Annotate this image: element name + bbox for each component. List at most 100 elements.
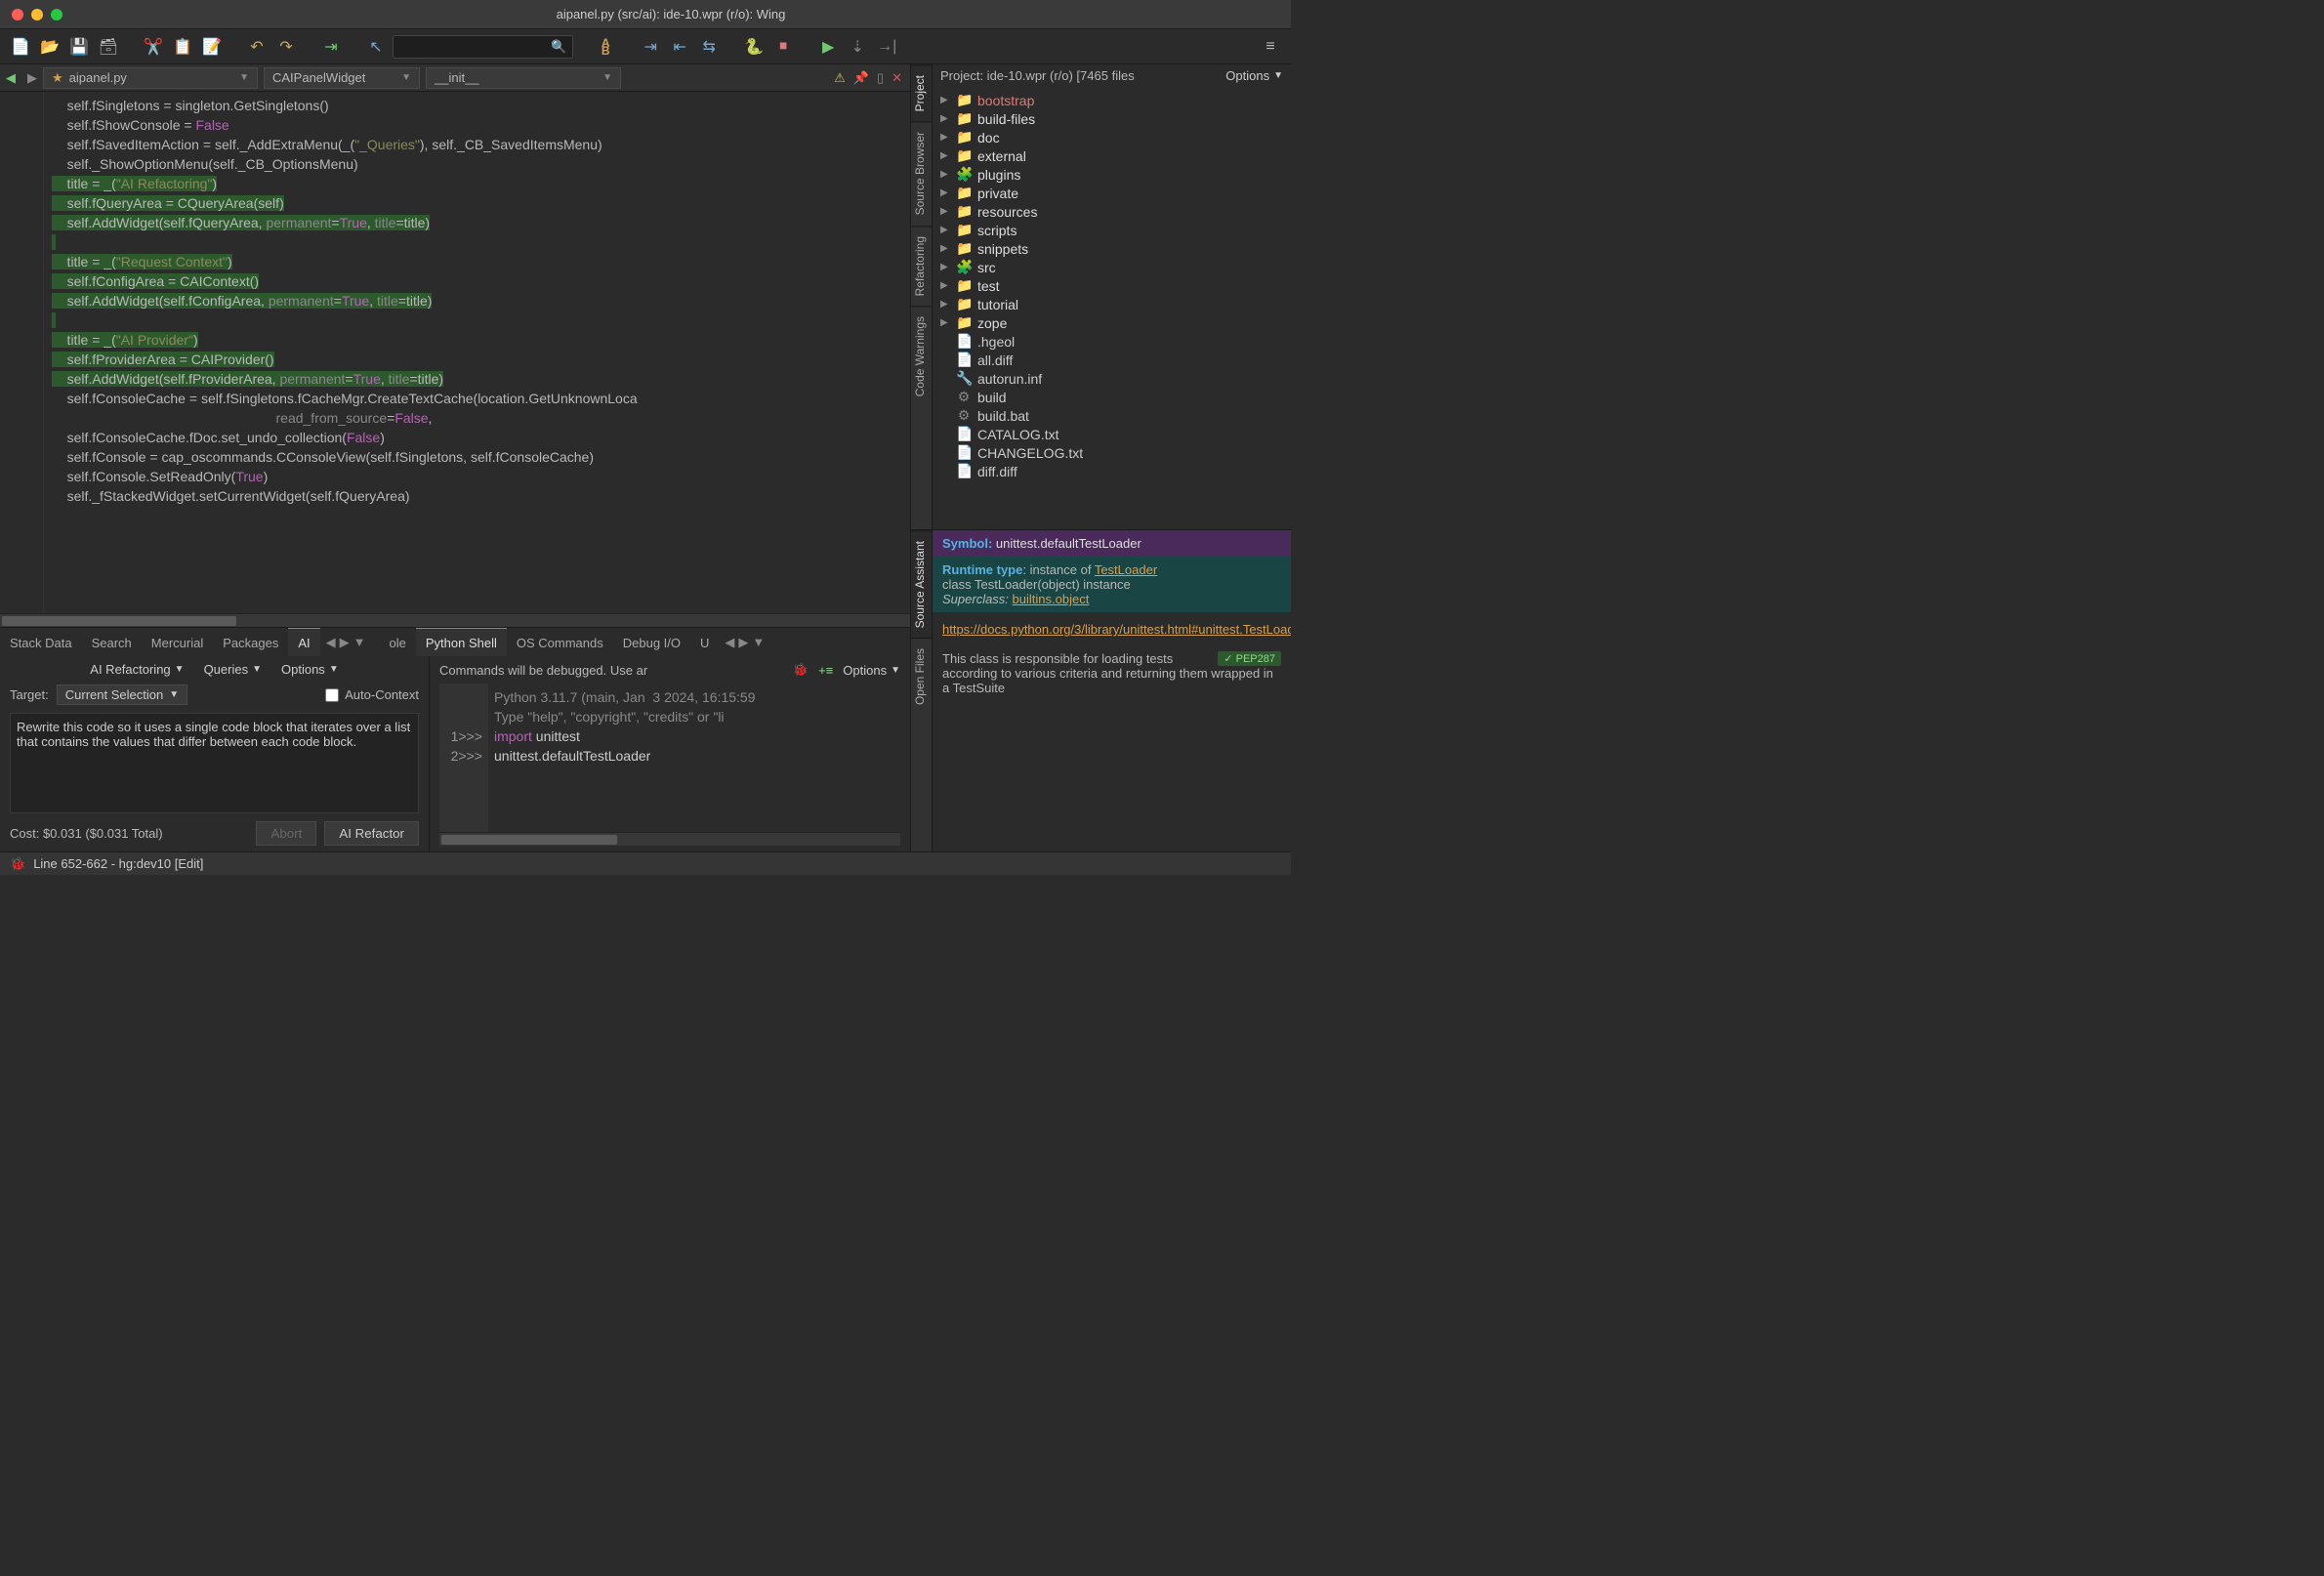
tree-item-CHANGELOG.txt[interactable]: 📄CHANGELOG.txt xyxy=(933,443,1291,462)
minimize-window-button[interactable] xyxy=(31,9,43,21)
tab-debug-i/o[interactable]: Debug I/O xyxy=(613,628,690,656)
tree-item-bootstrap[interactable]: ▶📁bootstrap xyxy=(933,91,1291,109)
run-button[interactable]: ▶ xyxy=(815,34,841,60)
nav-back-button[interactable]: ◀ xyxy=(0,67,21,89)
save-button[interactable]: 💾 xyxy=(66,34,92,60)
close-window-button[interactable] xyxy=(12,9,23,21)
tree-item-src[interactable]: ▶🧩src xyxy=(933,258,1291,276)
testloader-link[interactable]: TestLoader xyxy=(1095,562,1157,577)
tree-item-build[interactable]: ⚙build xyxy=(933,388,1291,406)
bug-icon[interactable]: 🐞 xyxy=(10,856,25,872)
tab-menu-icon[interactable]: ▼ xyxy=(353,635,366,649)
tree-item-diff.diff[interactable]: 📄diff.diff xyxy=(933,462,1291,480)
maximize-window-button[interactable] xyxy=(51,9,62,21)
method-dropdown[interactable]: __init__ ▼ xyxy=(426,67,621,89)
shell-scrollbar[interactable] xyxy=(439,832,900,846)
find-replace-button[interactable]: AB xyxy=(593,34,618,60)
tab-stack-data[interactable]: Stack Data xyxy=(0,628,82,656)
tree-item-build-files[interactable]: ▶📁build-files xyxy=(933,109,1291,128)
ai-options-dropdown[interactable]: Options ▼ xyxy=(281,662,339,677)
cursor-button[interactable]: ↖ xyxy=(363,34,389,60)
class-dropdown[interactable]: CAIPanelWidget ▼ xyxy=(264,67,420,89)
file-dropdown[interactable]: ★ aipanel.py ▼ xyxy=(43,67,258,89)
shell-body[interactable]: 1>>> 2>>> Python 3.11.7 (main, Jan 3 202… xyxy=(439,684,900,832)
split-icon[interactable]: ▯ xyxy=(877,70,884,86)
add-icon[interactable]: +≡ xyxy=(818,663,833,678)
tree-item-all.diff[interactable]: 📄all.diff xyxy=(933,351,1291,369)
side-tab-code-warnings[interactable]: Code Warnings xyxy=(911,306,932,406)
warning-icon[interactable]: ⚠ xyxy=(834,70,846,86)
copy-button[interactable]: 📋 xyxy=(170,34,195,60)
tree-item-tutorial[interactable]: ▶📁tutorial xyxy=(933,295,1291,313)
toolbar-search[interactable]: 🔍 xyxy=(393,35,573,59)
tab-menu-icon[interactable]: ▼ xyxy=(752,635,765,649)
project-options-dropdown[interactable]: Options ▼ xyxy=(1225,68,1283,83)
tree-item-zope[interactable]: ▶📁zope xyxy=(933,313,1291,332)
side-tab-project[interactable]: Project xyxy=(911,64,932,121)
auto-context-checkbox[interactable]: Auto-Context xyxy=(325,687,419,702)
cut-button[interactable]: ✂️ xyxy=(141,34,166,60)
nav-forward-button[interactable]: ▶ xyxy=(21,67,43,89)
tree-item-autorun.inf[interactable]: 🔧autorun.inf xyxy=(933,369,1291,388)
tab-packages[interactable]: Packages xyxy=(213,628,288,656)
side-tab-source-browser[interactable]: Source Browser xyxy=(911,121,932,225)
ai-mode-dropdown[interactable]: AI Refactoring ▼ xyxy=(90,662,184,677)
continue-button[interactable]: →| xyxy=(874,34,899,60)
side-tab-open-files[interactable]: Open Files xyxy=(911,638,932,715)
side-tab-refactoring[interactable]: Refactoring xyxy=(911,226,932,306)
paste-button[interactable]: 📝 xyxy=(199,34,225,60)
close-tab-icon[interactable]: ✕ xyxy=(892,70,902,86)
ai-queries-dropdown[interactable]: Queries ▼ xyxy=(204,662,262,677)
tab-ai[interactable]: AI xyxy=(288,628,319,656)
undo-button[interactable]: ↶ xyxy=(244,34,270,60)
abort-button[interactable]: Abort xyxy=(256,821,316,846)
horizontal-scrollbar[interactable] xyxy=(0,613,910,627)
tree-item-external[interactable]: ▶📁external xyxy=(933,146,1291,165)
menu-button[interactable]: ≡ xyxy=(1258,34,1283,60)
tree-item-doc[interactable]: ▶📁doc xyxy=(933,128,1291,146)
python-button[interactable]: 🐍 xyxy=(741,34,767,60)
tab-scroll-left-icon[interactable]: ◀ xyxy=(725,635,734,650)
ai-prompt-textarea[interactable] xyxy=(10,713,419,813)
open-file-button[interactable]: 📂 xyxy=(37,34,62,60)
bug-icon[interactable]: 🐞 xyxy=(793,662,809,678)
star-icon: ★ xyxy=(52,70,63,86)
tab-scroll-right-icon[interactable]: ▶ xyxy=(340,635,350,650)
stop-debug-button[interactable]: ⏹ xyxy=(770,34,796,60)
step-out-button[interactable]: ⇆ xyxy=(696,34,722,60)
tab-scroll-right-icon[interactable]: ▶ xyxy=(738,635,748,650)
tree-item-scripts[interactable]: ▶📁scripts xyxy=(933,221,1291,239)
tab-u[interactable]: U xyxy=(690,628,719,656)
doc-url-link[interactable]: https://docs.python.org/3/library/unitte… xyxy=(942,622,1291,637)
tree-item-CATALOG.txt[interactable]: 📄CATALOG.txt xyxy=(933,425,1291,443)
side-tab-source-assistant[interactable]: Source Assistant xyxy=(911,530,932,638)
new-file-button[interactable]: 📄 xyxy=(8,34,33,60)
save-all-button[interactable]: 🗃 xyxy=(96,34,121,60)
tree-item-resources[interactable]: ▶📁resources xyxy=(933,202,1291,221)
tab-python-shell[interactable]: Python Shell xyxy=(416,628,507,656)
tab-os-commands[interactable]: OS Commands xyxy=(507,628,613,656)
tree-item-.hgeol[interactable]: 📄.hgeol xyxy=(933,332,1291,351)
superclass-link[interactable]: builtins.object xyxy=(1013,592,1090,606)
project-tree[interactable]: ▶📁bootstrap▶📁build-files▶📁doc▶📁external▶… xyxy=(933,87,1291,529)
tab-mercurial[interactable]: Mercurial xyxy=(142,628,213,656)
tab-scroll-left-icon[interactable]: ◀ xyxy=(326,635,336,650)
tab-search[interactable]: Search xyxy=(82,628,142,656)
indent-button[interactable]: ⇥ xyxy=(318,34,344,60)
debug-button[interactable]: ⇣ xyxy=(845,34,870,60)
shell-options-dropdown[interactable]: Options ▼ xyxy=(843,663,900,678)
step-into-button[interactable]: ⇥ xyxy=(638,34,663,60)
ai-refactor-button[interactable]: AI Refactor xyxy=(324,821,419,846)
redo-button[interactable]: ↷ xyxy=(273,34,299,60)
tree-item-snippets[interactable]: ▶📁snippets xyxy=(933,239,1291,258)
tab-ole[interactable]: ole xyxy=(380,628,416,656)
tree-item-plugins[interactable]: ▶🧩plugins xyxy=(933,165,1291,184)
step-over-button[interactable]: ⇤ xyxy=(667,34,692,60)
bookmark-icon[interactable]: 📌 xyxy=(853,70,869,86)
toolbar-search-input[interactable] xyxy=(399,40,551,54)
tree-item-private[interactable]: ▶📁private xyxy=(933,184,1291,202)
code-editor[interactable]: self.fSingletons = singleton.GetSingleto… xyxy=(44,92,910,613)
tree-item-build.bat[interactable]: ⚙build.bat xyxy=(933,406,1291,425)
tree-item-test[interactable]: ▶📁test xyxy=(933,276,1291,295)
target-select[interactable]: Current Selection ▼ xyxy=(57,684,187,705)
